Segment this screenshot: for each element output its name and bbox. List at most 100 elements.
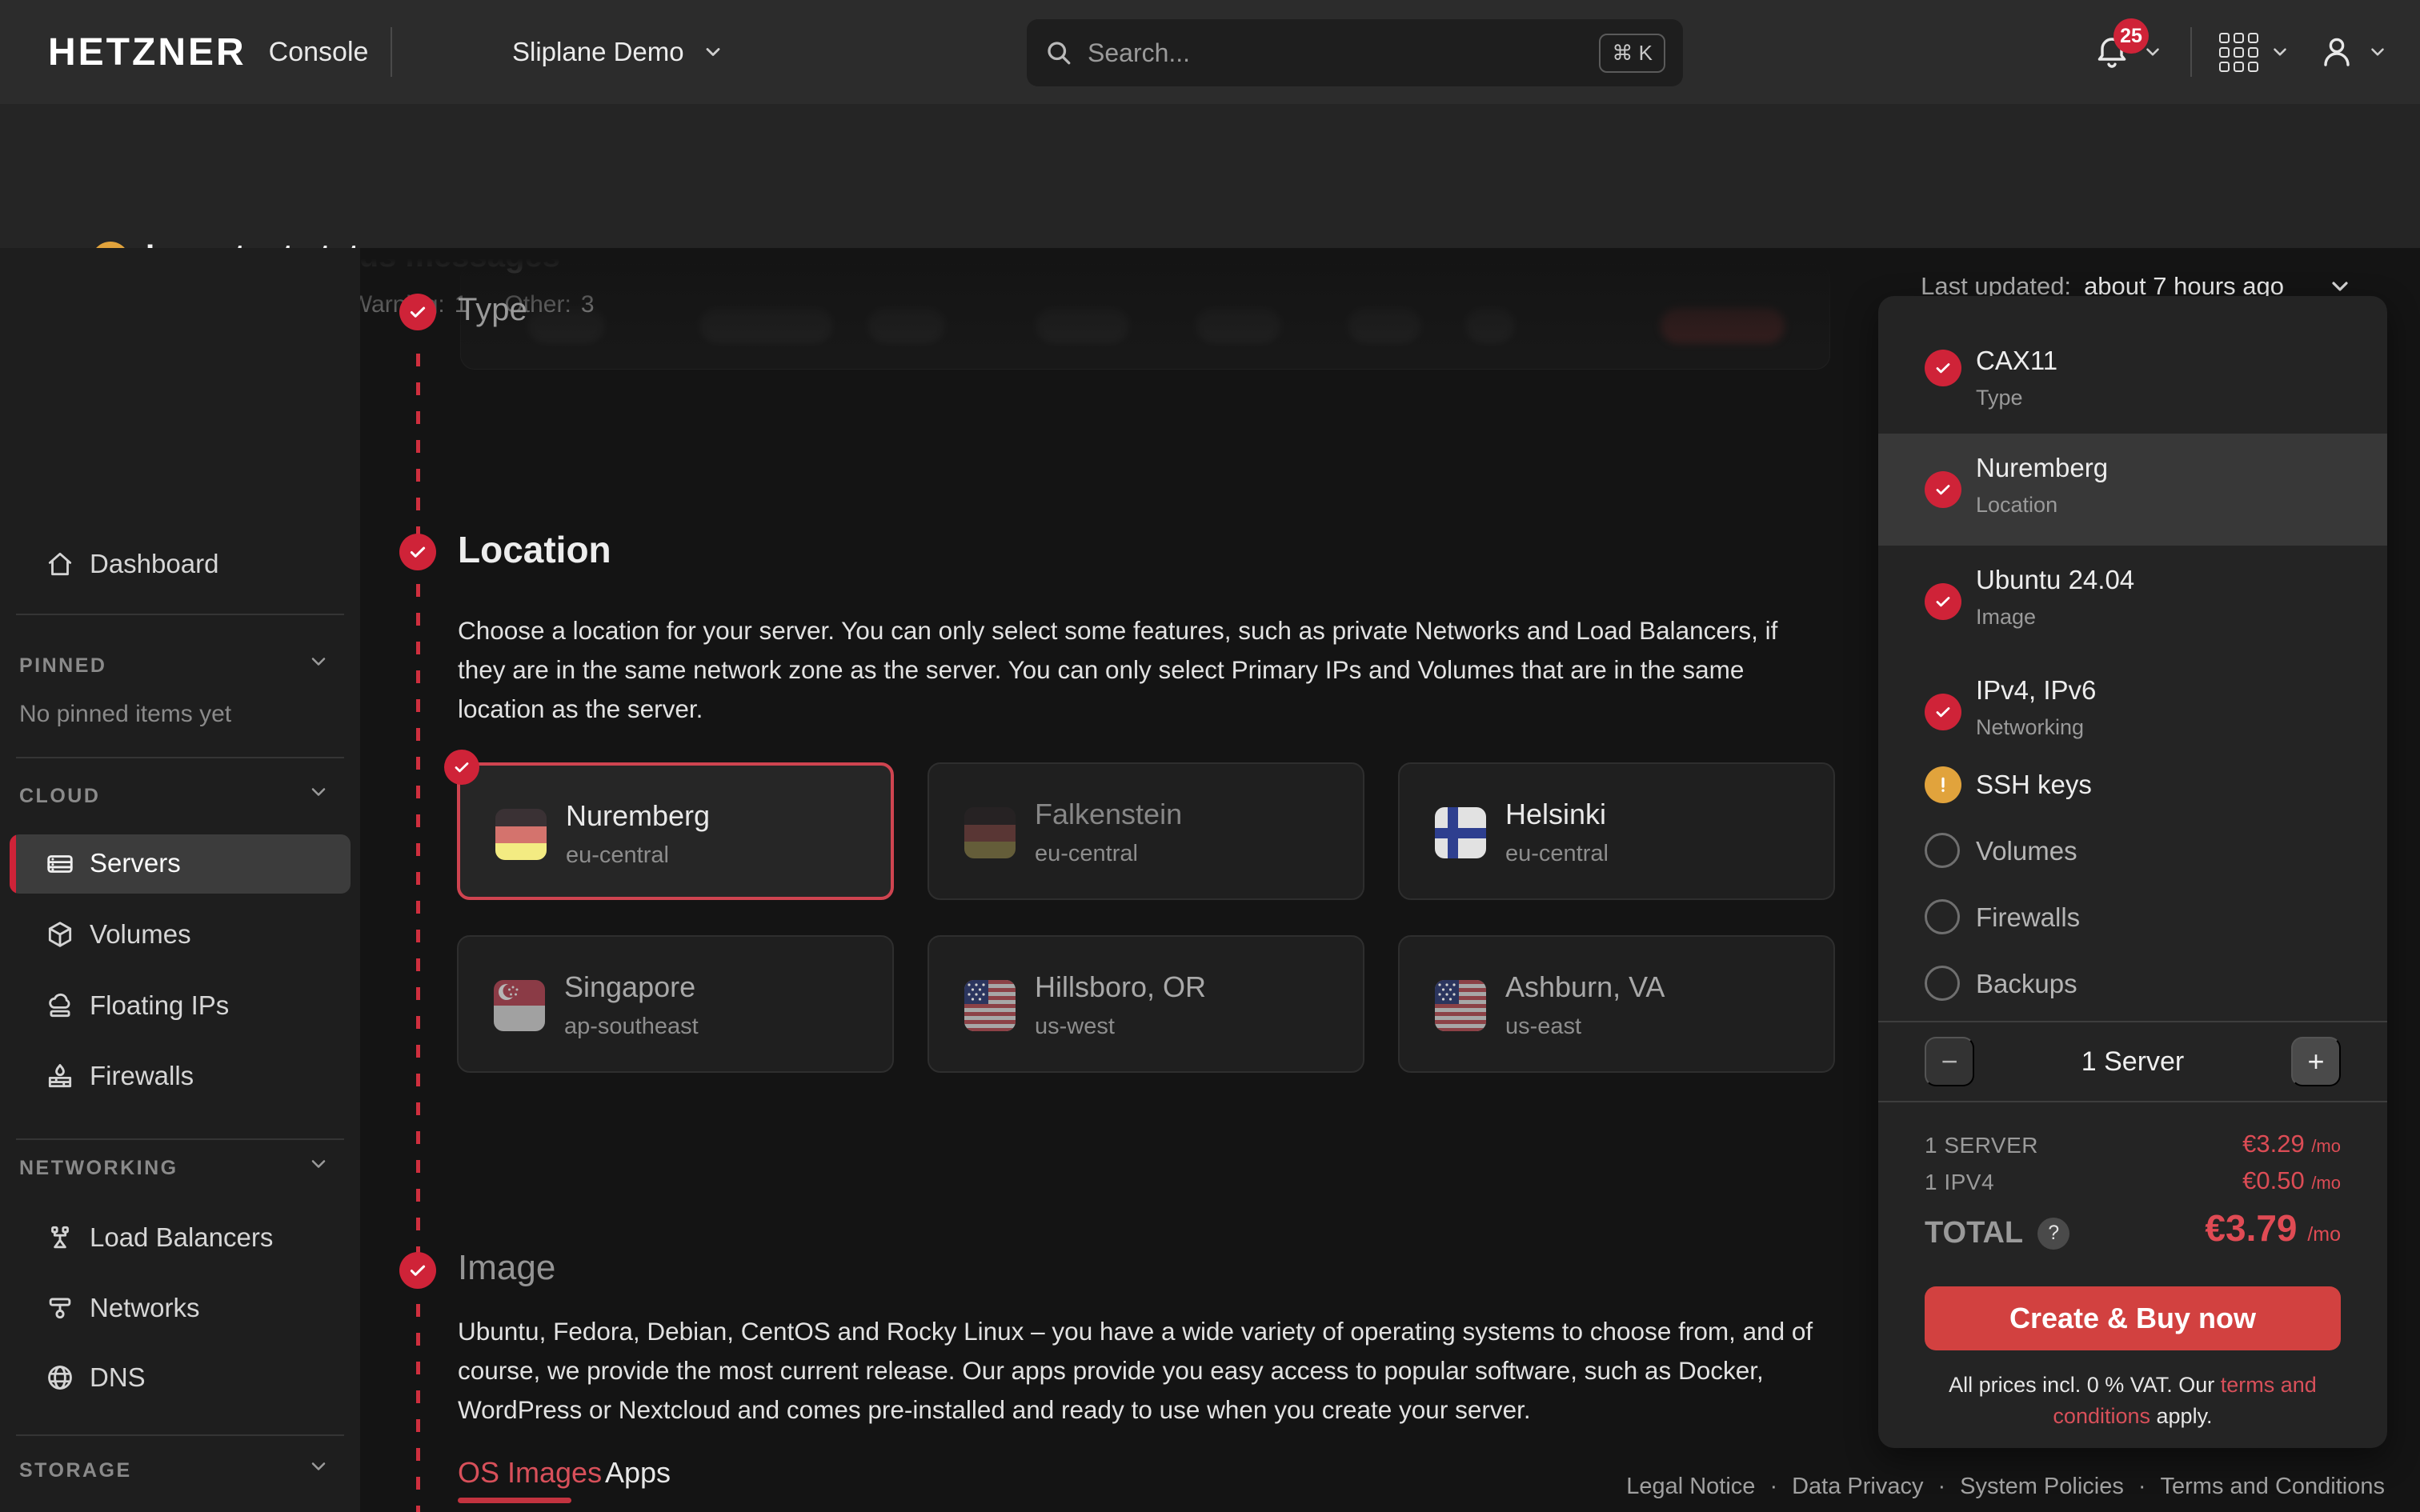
org-switcher[interactable]: Sliplane Demo: [512, 0, 724, 104]
org-name: Sliplane Demo: [512, 37, 684, 67]
notification-count-badge: 25: [2113, 18, 2149, 54]
chevron-down-icon: [307, 650, 330, 673]
console-label: Console: [269, 37, 369, 68]
empty-circle-icon: [1925, 833, 1960, 868]
location-description: Choose a location for your server. You c…: [458, 611, 1822, 729]
footer-link-legal-notice[interactable]: Legal Notice: [1626, 1474, 1755, 1500]
load-balancers-icon: [45, 1222, 75, 1253]
flag-germany: [964, 807, 1016, 858]
total-help-icon[interactable]: ?: [2037, 1218, 2069, 1250]
footer-links: Legal Notice · Data Privacy · System Pol…: [1626, 1474, 2385, 1500]
grid-icon: [2219, 33, 2258, 72]
nav-divider: [391, 27, 392, 77]
total-label: TOTAL ?: [1925, 1216, 2069, 1250]
divider: [16, 757, 344, 758]
divider: [1878, 1101, 2387, 1102]
location-card-ashburn[interactable]: Ashburn, VA us-east: [1398, 935, 1835, 1073]
apps-menu-button[interactable]: [2219, 33, 2290, 72]
order-summary-panel: CAX11 Type Nuremberg Location Ubuntu 24.…: [1878, 296, 2387, 1448]
sidebar-item-networks[interactable]: Networks: [0, 1282, 360, 1334]
active-tab-underline: [458, 1498, 571, 1503]
servers-icon: [45, 849, 75, 879]
step-connector-line: [416, 354, 420, 1512]
location-card-hillsboro[interactable]: Hillsboro, OR us-west: [928, 935, 1364, 1073]
type-skeleton-panel: [460, 264, 1830, 370]
divider: [16, 1434, 344, 1436]
type-skeleton: [1348, 308, 1420, 343]
image-section-heading: Image: [458, 1248, 555, 1288]
chevron-down-icon: [307, 781, 330, 803]
footer-separator: ·: [2138, 1474, 2146, 1500]
location-card-helsinki[interactable]: Helsinki eu-central: [1398, 762, 1835, 900]
chevron-down-icon: [702, 41, 724, 63]
flag-germany: [495, 809, 547, 860]
global-search: ⌘ K: [1027, 19, 1683, 86]
sidebar-item-dns[interactable]: DNS: [0, 1352, 360, 1403]
sidebar-item-dashboard[interactable]: Dashboard: [0, 538, 360, 590]
top-navbar: HETZNER Console Sliplane Demo ⌘ K 25: [0, 0, 2420, 104]
total-price: €3.79 /mo: [2205, 1206, 2341, 1250]
section-header-networking[interactable]: NETWORKING: [19, 1157, 178, 1180]
sidebar-item-firewalls[interactable]: Firewalls: [0, 1050, 360, 1102]
warning-icon: [1925, 766, 1961, 803]
footer-link-system-policies[interactable]: System Policies: [1960, 1474, 2124, 1500]
firewalls-icon: [45, 1061, 75, 1091]
location-card-falkenstein[interactable]: Falkenstein eu-central: [928, 762, 1364, 900]
type-skeleton: [1036, 308, 1128, 343]
flag-usa: [964, 980, 1016, 1031]
status-banner: Important status messages Maintenance:1 …: [0, 104, 2420, 248]
volumes-icon: [45, 919, 75, 950]
type-skeleton: [868, 308, 944, 343]
notifications-button[interactable]: 25: [2093, 33, 2163, 71]
divider: [16, 614, 344, 615]
footer-link-data-privacy[interactable]: Data Privacy: [1792, 1474, 1923, 1500]
check-icon: [1925, 694, 1961, 730]
section-header-pinned[interactable]: PINNED: [19, 654, 106, 678]
price-row-ipv4-label: 1 IPV4: [1925, 1170, 1994, 1195]
flag-usa: [1435, 980, 1486, 1031]
search-shortcut-badge: ⌘ K: [1599, 34, 1665, 73]
nav-divider: [2190, 27, 2192, 77]
sidebar: Dashboard PINNED No pinned items yet CLO…: [0, 248, 360, 1512]
type-skeleton: [1466, 308, 1514, 343]
sidebar-item-volumes[interactable]: Volumes: [0, 909, 360, 960]
footer-separator: ·: [1938, 1474, 1946, 1500]
user-menu-button[interactable]: [2318, 33, 2388, 71]
location-section-heading: Location: [458, 528, 611, 571]
section-header-storage[interactable]: STORAGE: [19, 1459, 132, 1482]
sidebar-item-load-balancers[interactable]: Load Balancers: [0, 1212, 360, 1263]
price-row-server-value: €3.29 /mo: [2242, 1130, 2341, 1158]
tab-apps[interactable]: Apps: [605, 1456, 671, 1490]
sidebar-item-floating-ips[interactable]: Floating IPs: [0, 980, 360, 1031]
search-input[interactable]: [1088, 38, 1585, 68]
sidebar-item-servers[interactable]: Servers: [10, 834, 351, 894]
check-icon: [1925, 583, 1961, 620]
flag-singapore: [494, 980, 545, 1031]
type-step-check-icon: [399, 294, 436, 330]
location-card-nuremberg[interactable]: Nuremberg eu-central: [457, 762, 894, 900]
image-step-check-icon: [399, 1252, 436, 1289]
divider: [1878, 1021, 2387, 1022]
tab-os-images[interactable]: OS Images: [458, 1456, 602, 1490]
type-section-heading: Type: [458, 292, 527, 328]
increase-server-count-button[interactable]: +: [2291, 1037, 2341, 1086]
image-description: Ubuntu, Fedora, Debian, CentOS and Rocky…: [458, 1312, 1826, 1430]
location-card-singapore[interactable]: Singapore ap-southeast: [457, 935, 894, 1073]
create-buy-button[interactable]: Create & Buy now: [1925, 1286, 2341, 1350]
footer-link-terms[interactable]: Terms and Conditions: [2161, 1474, 2385, 1500]
chevron-down-icon: [307, 1153, 330, 1175]
type-skeleton: [528, 308, 604, 343]
summary-step-location[interactable]: Nuremberg Location: [1878, 434, 2387, 546]
type-skeleton: [1661, 308, 1785, 343]
empty-circle-icon: [1925, 966, 1960, 1001]
price-row-ipv4-value: €0.50 /mo: [2242, 1166, 2341, 1195]
search-icon: [1044, 38, 1073, 67]
user-icon: [2318, 33, 2356, 71]
section-header-cloud[interactable]: CLOUD: [19, 785, 100, 808]
selected-check-icon: [444, 750, 479, 785]
home-icon: [45, 549, 75, 579]
hetzner-logo: HETZNER: [48, 30, 246, 74]
empty-circle-icon: [1925, 899, 1960, 934]
brand-group: HETZNER Console: [48, 0, 392, 104]
networks-icon: [45, 1293, 75, 1323]
